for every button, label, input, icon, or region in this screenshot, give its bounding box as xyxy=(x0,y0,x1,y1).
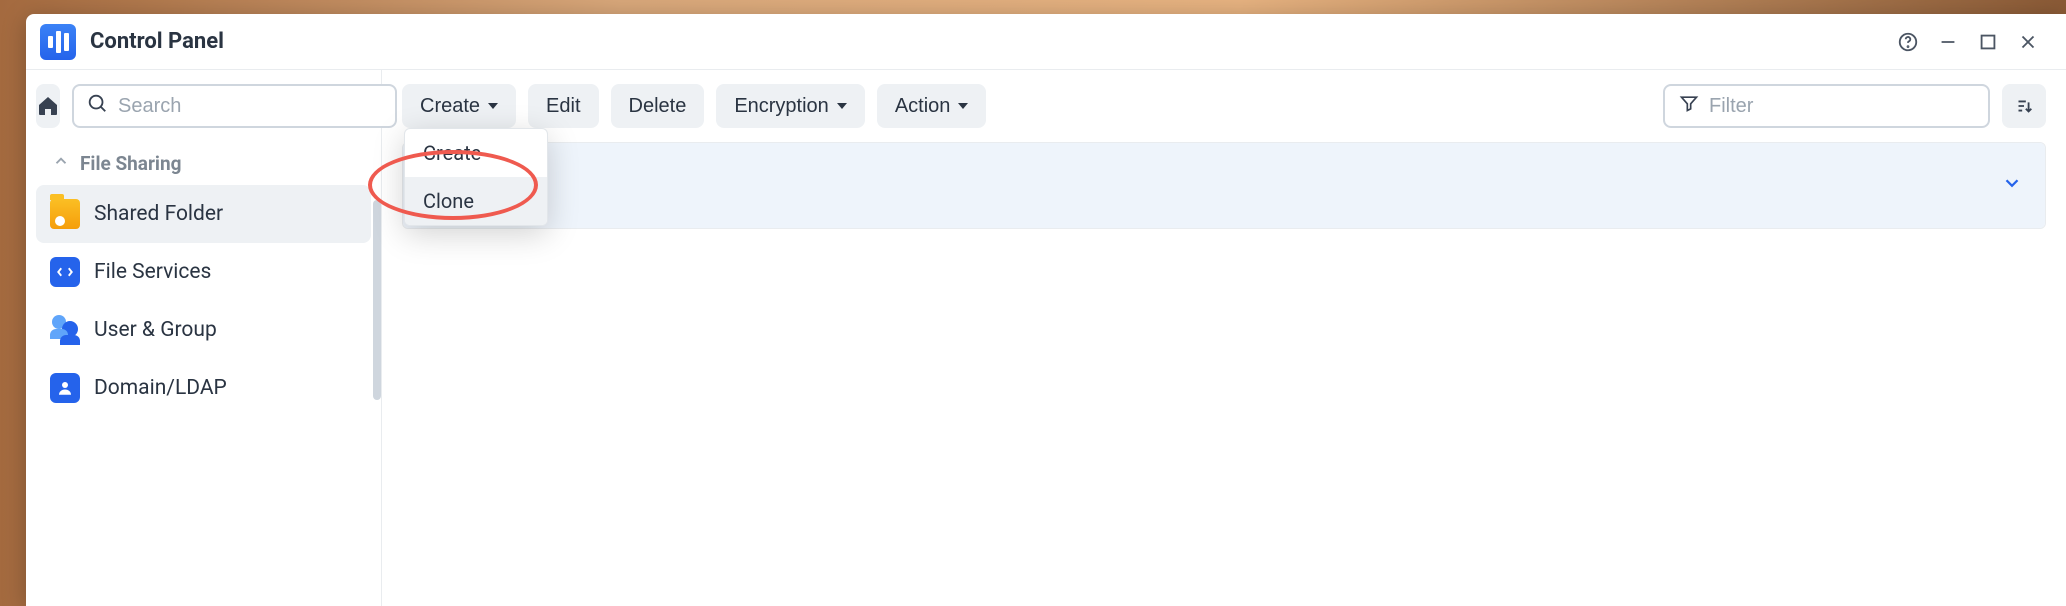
filter-icon xyxy=(1679,93,1699,119)
action-button[interactable]: Action xyxy=(877,84,987,128)
edit-button[interactable]: Edit xyxy=(528,84,598,128)
sidebar-item-label: User & Group xyxy=(94,318,217,342)
button-label: Edit xyxy=(546,95,580,118)
control-panel-window: Control Panel xyxy=(26,14,2066,606)
toolbar: Create Edit Delete Encryption Action xyxy=(402,84,2046,128)
caret-down-icon xyxy=(958,103,968,109)
caret-down-icon xyxy=(837,103,847,109)
dropdown-item-label: Create xyxy=(423,141,481,165)
dropdown-item-create[interactable]: Create xyxy=(405,129,547,177)
content-area: File Sharing Shared Folder File Services… xyxy=(26,70,2066,606)
search-icon xyxy=(86,92,108,120)
main-panel: Create Edit Delete Encryption Action xyxy=(382,70,2066,606)
minimize-button[interactable] xyxy=(1928,22,1968,62)
filter-input[interactable] xyxy=(1709,95,1974,118)
sidebar-search[interactable] xyxy=(72,84,397,128)
sidebar-item-label: File Services xyxy=(94,260,211,284)
button-label: Encryption xyxy=(734,95,829,118)
maximize-button[interactable] xyxy=(1968,22,2008,62)
titlebar: Control Panel xyxy=(26,14,2066,70)
create-dropdown: Create Clone xyxy=(404,128,548,226)
filter-box[interactable] xyxy=(1663,84,1990,128)
sidebar-item-label: Shared Folder xyxy=(94,202,223,226)
create-button[interactable]: Create xyxy=(402,84,516,128)
button-label: Create xyxy=(420,95,480,118)
sidebar-item-user-group[interactable]: User & Group xyxy=(36,301,371,359)
chevron-up-icon xyxy=(52,152,70,175)
search-input[interactable] xyxy=(118,95,383,118)
help-button[interactable] xyxy=(1888,22,1928,62)
window-title: Control Panel xyxy=(90,29,224,54)
dropdown-item-label: Clone xyxy=(423,189,474,213)
file-services-icon xyxy=(50,257,80,287)
expand-row-button[interactable] xyxy=(2001,172,2023,200)
delete-button[interactable]: Delete xyxy=(611,84,705,128)
user-group-icon xyxy=(50,315,80,345)
dropdown-item-clone[interactable]: Clone xyxy=(405,177,547,225)
sidebar: File Sharing Shared Folder File Services… xyxy=(26,70,382,606)
home-button[interactable] xyxy=(36,84,60,128)
sidebar-item-shared-folder[interactable]: Shared Folder xyxy=(36,185,371,243)
close-button[interactable] xyxy=(2008,22,2048,62)
folder-shared-icon xyxy=(50,199,80,229)
encryption-button[interactable]: Encryption xyxy=(716,84,865,128)
list-row[interactable]: agement e 1 xyxy=(403,143,2045,228)
section-file-sharing[interactable]: File Sharing xyxy=(36,142,371,185)
domain-ldap-icon xyxy=(50,373,80,403)
caret-down-icon xyxy=(488,103,498,109)
sidebar-item-domain-ldap[interactable]: Domain/LDAP xyxy=(36,359,371,417)
button-label: Delete xyxy=(629,95,687,118)
section-label: File Sharing xyxy=(80,152,181,175)
sidebar-item-file-services[interactable]: File Services xyxy=(36,243,371,301)
button-label: Action xyxy=(895,95,951,118)
sidebar-item-label: Domain/LDAP xyxy=(94,376,227,400)
app-icon xyxy=(40,24,76,60)
shared-folder-list: agement e 1 xyxy=(402,142,2046,229)
sort-button[interactable] xyxy=(2002,84,2046,128)
sidebar-scrollbar[interactable] xyxy=(373,200,381,400)
